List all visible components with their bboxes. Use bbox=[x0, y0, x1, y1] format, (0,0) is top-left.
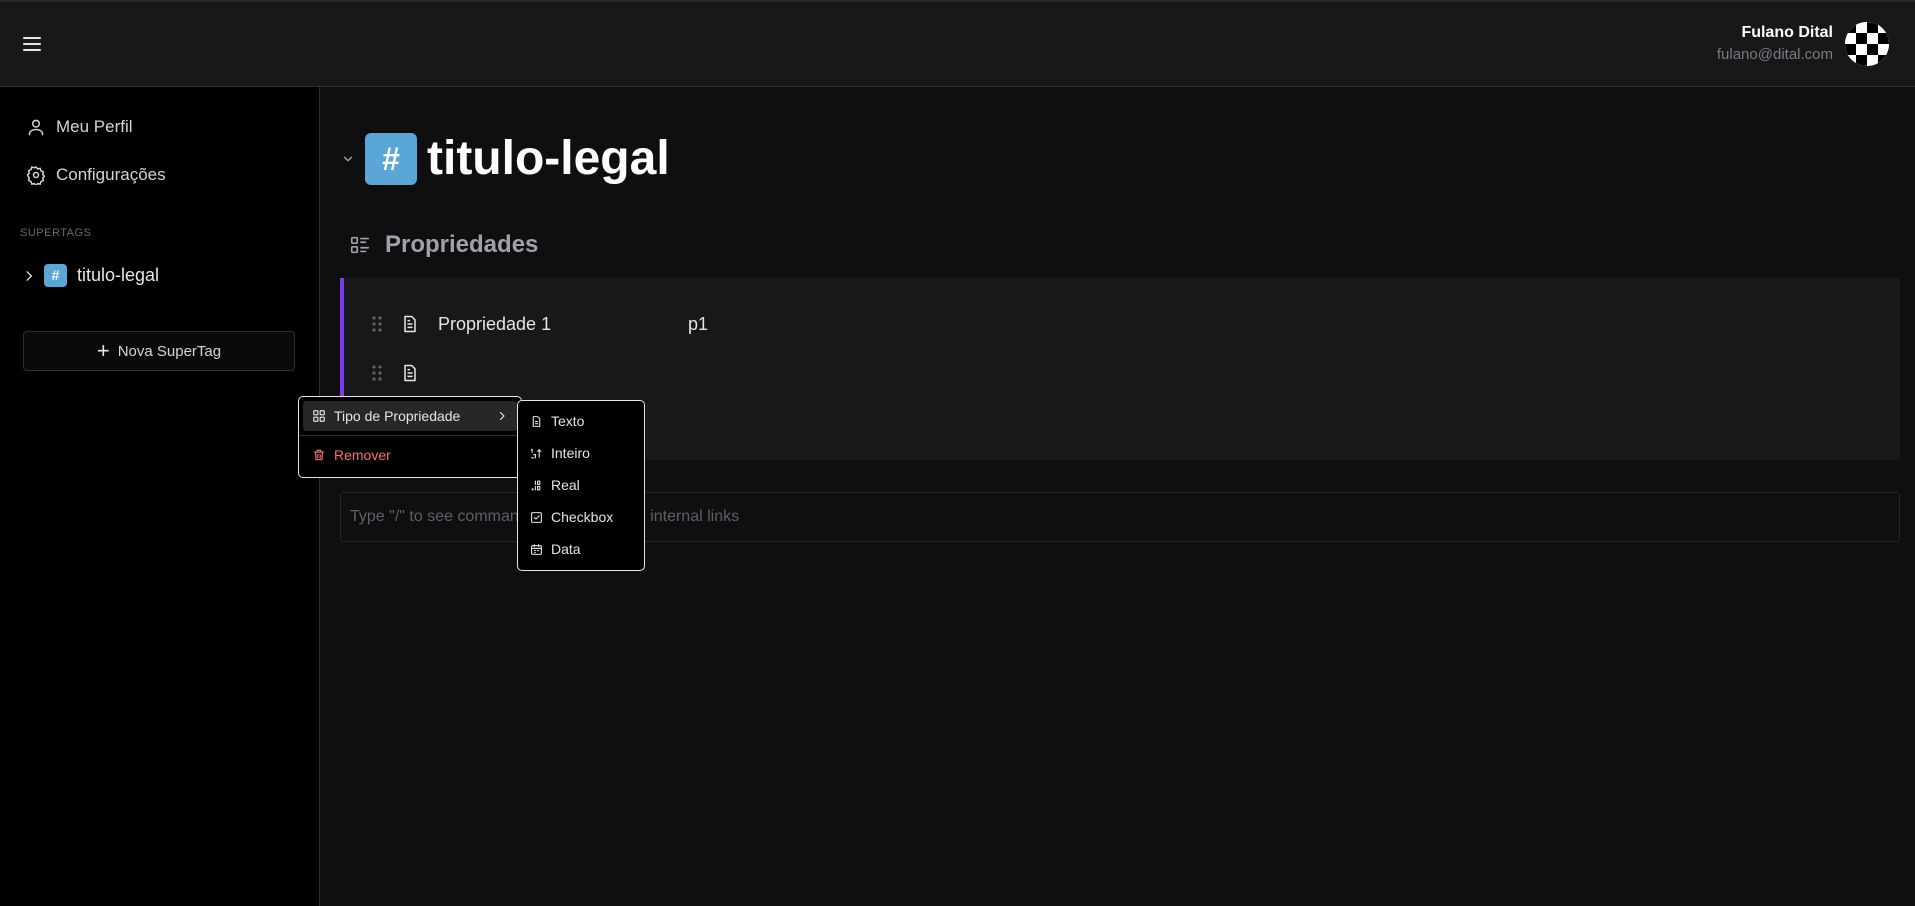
type-option-label: Real bbox=[551, 477, 580, 493]
type-option-label: Texto bbox=[551, 413, 585, 429]
property-type-menu-item[interactable]: Tipo de Propriedade bbox=[303, 401, 517, 431]
user-name: Fulano Dital bbox=[1741, 24, 1833, 41]
hash-badge-icon: # bbox=[44, 264, 67, 287]
plus-icon: + bbox=[96, 338, 110, 363]
sidebar-item-label: Configurações bbox=[56, 165, 166, 184]
document-icon[interactable] bbox=[400, 314, 420, 334]
chevron-right-icon bbox=[499, 411, 505, 421]
property-type-submenu: Texto Inteiro Real Checkbox Data bbox=[517, 400, 645, 571]
type-option-real[interactable]: Real bbox=[522, 469, 640, 501]
sidebar-tag-item[interactable]: # titulo-legal bbox=[22, 264, 159, 287]
hamburger-menu-icon[interactable] bbox=[20, 34, 44, 58]
hash-badge-icon: # bbox=[365, 132, 417, 185]
menu-divider bbox=[299, 435, 521, 436]
decimal-icon bbox=[531, 480, 541, 490]
chevron-right-icon[interactable] bbox=[22, 269, 36, 283]
type-option-date[interactable]: Data bbox=[522, 533, 640, 565]
property-row[interactable]: Propriedade 1 p1 bbox=[370, 310, 708, 338]
properties-header: Propriedades bbox=[349, 231, 538, 259]
avatar[interactable] bbox=[1845, 22, 1889, 66]
remove-label: Remover bbox=[334, 447, 391, 463]
user-info: Fulano Dital fulano@dital.com bbox=[1717, 24, 1833, 63]
sidebar-item-settings[interactable]: Configurações bbox=[26, 163, 166, 187]
remove-menu-item[interactable]: Remover bbox=[303, 440, 517, 470]
trash-icon bbox=[313, 449, 325, 461]
supertags-section-label: SUPERTAGS bbox=[20, 227, 92, 239]
new-supertag-button[interactable]: + Nova SuperTag bbox=[23, 331, 295, 371]
document-icon bbox=[532, 415, 541, 427]
checkbox-icon bbox=[531, 511, 542, 523]
property-value[interactable]: p1 bbox=[688, 314, 708, 335]
page-title[interactable]: titulo-legal bbox=[427, 131, 670, 186]
property-name[interactable]: Propriedade 1 bbox=[438, 314, 688, 335]
sidebar-tag-label: titulo-legal bbox=[77, 265, 160, 285]
type-option-text[interactable]: Texto bbox=[522, 405, 640, 437]
list-details-icon bbox=[350, 236, 370, 254]
calendar-icon bbox=[531, 543, 542, 555]
type-option-label: Checkbox bbox=[551, 509, 614, 525]
properties-title: Propriedades bbox=[385, 231, 539, 258]
user-email: fulano@dital.com bbox=[1716, 46, 1833, 63]
sidebar-item-profile[interactable]: Meu Perfil bbox=[26, 115, 133, 139]
drag-handle-icon[interactable] bbox=[370, 314, 384, 334]
context-menu: Tipo de Propriedade Remover bbox=[298, 396, 522, 478]
top-bar: Fulano Dital fulano@dital.com bbox=[0, 0, 1915, 87]
drag-handle-icon[interactable] bbox=[370, 363, 384, 383]
type-option-checkbox[interactable]: Checkbox bbox=[522, 501, 640, 533]
type-option-integer[interactable]: Inteiro bbox=[522, 437, 640, 469]
page-title-row: # titulo-legal bbox=[341, 131, 670, 186]
chevron-down-icon[interactable] bbox=[341, 152, 355, 166]
type-option-label: Inteiro bbox=[551, 445, 590, 461]
new-supertag-label: Nova SuperTag bbox=[117, 342, 222, 360]
sidebar: Meu Perfil Configurações SUPERTAGS # tit… bbox=[0, 87, 320, 906]
sidebar-item-label: Meu Perfil bbox=[56, 117, 133, 136]
document-icon[interactable] bbox=[400, 363, 420, 383]
gear-icon bbox=[26, 166, 46, 185]
type-option-label: Data bbox=[551, 541, 581, 557]
integer-icon bbox=[530, 448, 542, 458]
grid-icon bbox=[313, 410, 325, 422]
user-icon bbox=[28, 119, 44, 136]
property-type-label: Tipo de Propriedade bbox=[334, 408, 461, 424]
property-row[interactable] bbox=[370, 359, 688, 387]
